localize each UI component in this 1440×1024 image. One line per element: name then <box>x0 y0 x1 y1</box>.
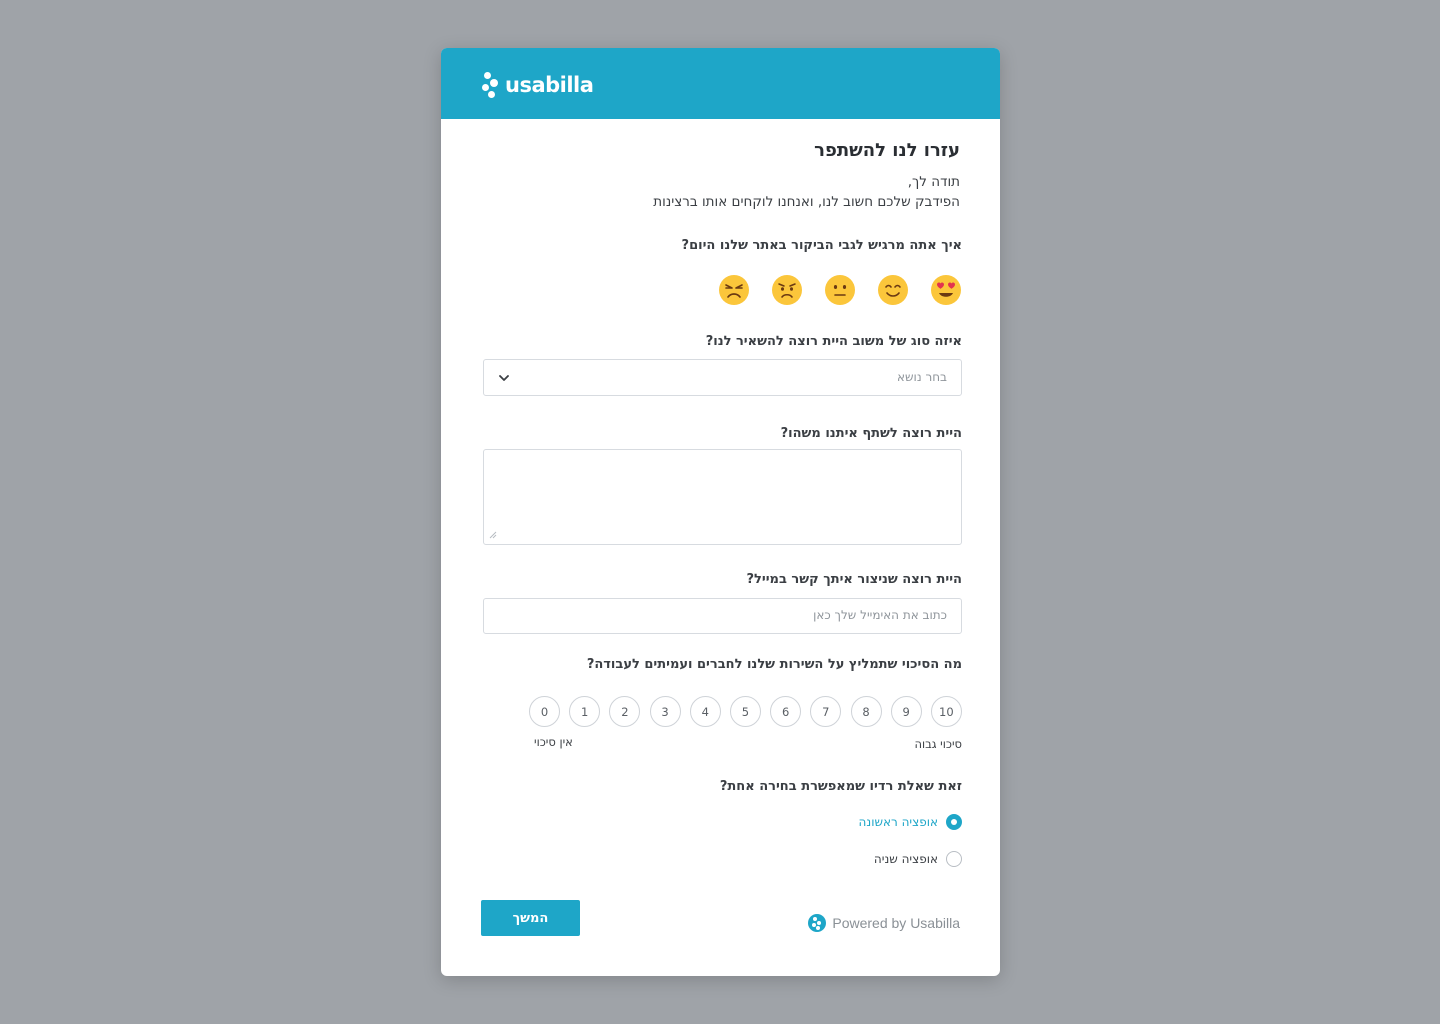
radio-selected-icon[interactable] <box>946 814 962 830</box>
nps-high-label: סיכוי גבוה <box>914 737 962 751</box>
form-header: usabilla <box>441 48 1000 119</box>
love-eyes-emoji-icon[interactable] <box>930 274 962 306</box>
mood-rating <box>718 274 962 308</box>
worried-emoji-icon[interactable] <box>771 274 803 306</box>
intro-line-2: הפידבק שלכם חשוב לנו, ואנחנו לוקחים אותו… <box>653 194 960 210</box>
usabilla-logo-icon <box>481 72 499 98</box>
email-field[interactable]: כתוב את האימייל שלך כאן <box>483 598 962 634</box>
usabilla-logo: usabilla <box>481 70 594 100</box>
radio-option-first[interactable]: אופציה ראשונה <box>859 812 962 832</box>
radio-unselected-icon[interactable] <box>946 851 962 867</box>
nps-option-3[interactable]: 3 <box>649 696 681 727</box>
resize-handle-icon[interactable] <box>488 530 498 540</box>
feedback-type-select[interactable]: בחר נושא <box>483 359 962 396</box>
mood-question: איך אתה מרגיש לגבי הביקור באתר שלנו היום… <box>681 238 962 253</box>
nps-scale: 0 1 2 3 4 5 6 7 8 9 10 <box>529 696 962 728</box>
nps-option-1[interactable]: 1 <box>569 696 601 727</box>
radio-option-second-label: אופציה שניה <box>873 852 938 866</box>
feedback-form-card: usabilla עזרו לנו להשתפר תודה לך, הפידבק… <box>441 48 1000 976</box>
email-question: היית רוצה שניצור איתך קשר במייל? <box>746 572 963 587</box>
feedback-type-placeholder: בחר נושא <box>897 370 947 384</box>
nps-option-9[interactable]: 9 <box>890 696 922 727</box>
nps-low-label: אין סיכוי <box>534 735 573 749</box>
radio-option-second[interactable]: אופציה שניה <box>874 849 962 869</box>
nps-option-7[interactable]: 7 <box>810 696 842 727</box>
form-title: עזרו לנו להשתפר <box>814 140 960 161</box>
nps-option-0[interactable]: 0 <box>529 696 560 727</box>
radio-question: זאת שאלת רדיו שמאפשרת בחירה אחת? <box>719 779 962 794</box>
nps-option-8[interactable]: 8 <box>850 696 882 727</box>
nps-option-5[interactable]: 5 <box>729 696 761 727</box>
email-placeholder: כתוב את האימייל שלך כאן <box>813 608 947 622</box>
powered-by[interactable]: Powered by Usabilla <box>808 914 960 932</box>
share-textarea[interactable] <box>483 449 962 545</box>
angry-emoji-icon[interactable] <box>718 274 750 306</box>
powered-by-text: Powered by Usabilla <box>832 915 960 931</box>
neutral-emoji-icon[interactable] <box>824 274 856 306</box>
nps-option-10[interactable]: 10 <box>930 696 962 727</box>
intro-line-1: תודה לך, <box>907 174 960 190</box>
feedback-type-question: איזה סוג של משוב היית רוצה להשאיר לנו? <box>705 334 962 349</box>
share-question: היית רוצה לשתף איתנו משהו? <box>780 426 962 441</box>
nps-question: מה הסיכוי שתמליץ על השירות שלנו לחברים ו… <box>586 657 962 672</box>
nps-option-6[interactable]: 6 <box>770 696 802 727</box>
usabilla-logo-text: usabilla <box>505 73 594 97</box>
usabilla-badge-icon <box>808 914 827 932</box>
form-intro: תודה לך, הפידבק שלכם חשוב לנו, ואנחנו לו… <box>653 172 960 212</box>
nps-option-4[interactable]: 4 <box>689 696 721 727</box>
chevron-down-icon <box>499 375 509 381</box>
next-button[interactable]: המשך <box>481 900 580 936</box>
smile-emoji-icon[interactable] <box>877 274 909 306</box>
radio-option-first-label: אופציה ראשונה <box>858 815 938 829</box>
nps-option-2[interactable]: 2 <box>609 696 641 727</box>
